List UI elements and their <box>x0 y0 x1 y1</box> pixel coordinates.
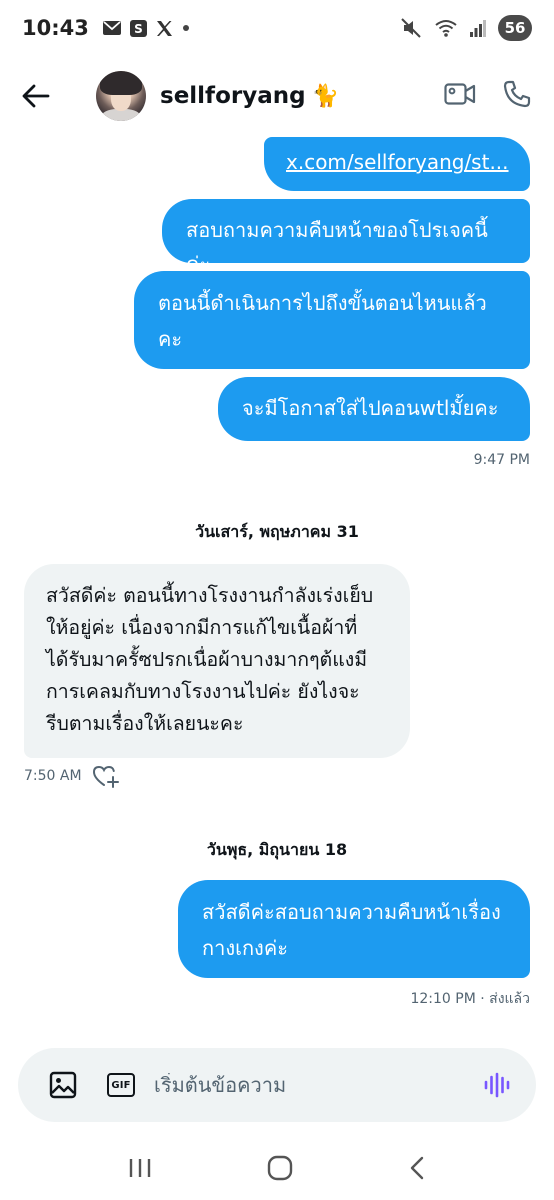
x-logo-icon <box>156 20 173 37</box>
battery-level: 56 <box>498 15 532 41</box>
contact-name-text: sellforyang <box>160 83 306 109</box>
notification-icons: S <box>102 19 190 37</box>
image-icon <box>49 1071 77 1099</box>
gif-icon: GIF <box>107 1073 135 1097</box>
status-bar: 10:43 S 56 <box>0 0 554 56</box>
message-list: x.com/sellforyang/st... สอบถามความคืบหน้… <box>0 132 554 1042</box>
status-time: 10:43 <box>22 16 89 40</box>
app-s-icon: S <box>129 19 147 37</box>
home-button[interactable] <box>267 1155 293 1185</box>
date-separator: วันพุธ, มิถุนายน 18 <box>206 840 348 859</box>
message-link[interactable]: x.com/sellforyang/st... <box>286 150 509 174</box>
wifi-icon <box>434 18 458 38</box>
message-timestamp: 9:47 PM <box>473 452 530 468</box>
heart-plus-icon <box>92 765 119 788</box>
voice-call-button[interactable] <box>502 79 532 113</box>
cat-emoji: 🐈 <box>311 83 339 109</box>
back-arrow-icon <box>22 84 50 108</box>
system-back-button[interactable] <box>407 1155 427 1185</box>
incoming-message[interactable]: สวัสดีค่ะ ตอนนี้ทางโรงงานกำลังเร่งเย็บ ใ… <box>24 564 410 758</box>
outgoing-message[interactable]: สอบถามความคืบหน้าของโปรเจคนี้ค่ะ <box>162 199 530 276</box>
add-reaction-button[interactable] <box>92 764 120 792</box>
contact-name[interactable]: sellforyang 🐈 <box>160 83 339 109</box>
recent-apps-button[interactable] <box>127 1156 153 1184</box>
mail-icon <box>102 21 121 35</box>
svg-text:S: S <box>134 22 143 36</box>
header-actions <box>444 79 532 113</box>
date-separator: วันเสาร์, พฤษภาคม 31 <box>195 522 359 541</box>
phone-icon <box>503 80 531 108</box>
media-button[interactable] <box>46 1068 80 1102</box>
message-status: 12:10 PM · ส่งแล้ว <box>410 991 530 1007</box>
dot-icon <box>182 24 190 32</box>
chevron-left-icon <box>410 1156 424 1180</box>
outgoing-message[interactable]: จะมีโอกาสใส่ไปคอนwtlมั้ยคะ <box>218 377 530 441</box>
message-composer: GIF <box>18 1048 536 1122</box>
status-right: 56 <box>400 15 532 41</box>
video-camera-icon <box>444 83 476 105</box>
message-timestamp: 7:50 AM <box>24 768 82 784</box>
video-call-button[interactable] <box>444 82 476 110</box>
gif-button[interactable]: GIF <box>104 1068 138 1102</box>
dm-screen: 10:43 S 56 sellforyang 🐈 x.com/sellforya… <box>0 0 554 1200</box>
voice-wave-icon <box>484 1072 510 1098</box>
voice-message-button[interactable] <box>480 1068 514 1102</box>
signal-icon <box>470 19 486 37</box>
outgoing-message[interactable]: ตอนนี้ดำเนินการไปถึงขั้นตอนไหนแล้ว คะ <box>134 271 530 369</box>
outgoing-message[interactable]: สวัสดีค่ะสอบถามความคืบหน้าเรื่อง กางเกงค… <box>178 880 530 978</box>
mute-icon <box>400 17 422 39</box>
avatar[interactable] <box>96 71 146 121</box>
message-input[interactable] <box>154 1073 480 1097</box>
conversation-header: sellforyang 🐈 <box>0 60 554 132</box>
home-icon <box>267 1155 293 1181</box>
recent-apps-icon <box>129 1159 151 1177</box>
outgoing-message-link[interactable]: x.com/sellforyang/st... <box>264 137 530 191</box>
back-button[interactable] <box>22 72 70 120</box>
system-nav-bar <box>0 1140 554 1200</box>
